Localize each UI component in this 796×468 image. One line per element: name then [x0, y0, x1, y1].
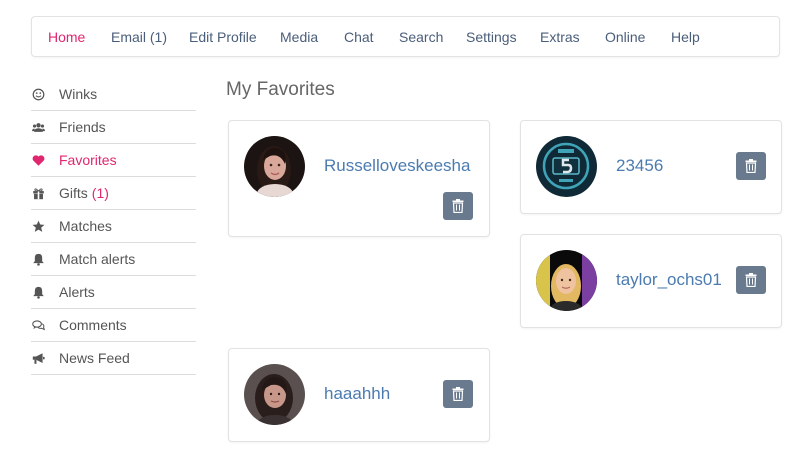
avatar[interactable] — [536, 250, 597, 311]
remove-favorite-button[interactable] — [443, 192, 473, 220]
nav-edit-profile[interactable]: Edit Profile — [189, 29, 257, 45]
favorite-card: Russelloveskeesha — [228, 120, 490, 237]
bell-icon — [31, 285, 45, 299]
nav-settings[interactable]: Settings — [466, 29, 517, 45]
nav-home[interactable]: Home — [48, 29, 85, 45]
remove-favorite-button[interactable] — [443, 380, 473, 408]
smile-icon — [31, 87, 45, 101]
sidebar-item-friends[interactable]: Friends — [31, 111, 196, 144]
remove-favorite-button[interactable] — [736, 266, 766, 294]
nav-help[interactable]: Help — [671, 29, 700, 45]
sidebar-item-favorites[interactable]: Favorites — [31, 144, 196, 177]
nav-search[interactable]: Search — [399, 29, 443, 45]
nav-media[interactable]: Media — [280, 29, 318, 45]
page-title: My Favorites — [226, 79, 335, 100]
favorite-username[interactable]: Russelloveskeesha — [324, 156, 470, 176]
favorite-username[interactable]: haaahhh — [324, 384, 390, 404]
remove-favorite-button[interactable] — [736, 152, 766, 180]
avatar[interactable] — [536, 136, 597, 197]
sidebar-item-label: Gifts — [59, 185, 88, 201]
sidebar-item-label: Winks — [59, 86, 98, 102]
nav-online[interactable]: Online — [605, 29, 645, 45]
favorite-card: haaahhh — [228, 348, 490, 442]
favorite-username[interactable]: taylor_ochs01 — [616, 270, 722, 290]
star-icon — [31, 219, 45, 233]
users-icon — [31, 120, 45, 134]
sidebar-item-winks[interactable]: Winks — [31, 78, 196, 111]
sidebar-item-label: News Feed — [59, 350, 130, 366]
sidebar-item-label: Comments — [59, 317, 127, 333]
favorite-username[interactable]: 23456 — [616, 156, 663, 176]
trash-icon — [452, 199, 464, 213]
sidebar-item-alerts[interactable]: Alerts — [31, 276, 196, 309]
nav-chat[interactable]: Chat — [344, 29, 374, 45]
favorite-card: 23456 — [520, 120, 782, 214]
heart-icon — [31, 153, 45, 167]
nav-extras[interactable]: Extras — [540, 29, 580, 45]
sidebar-item-label: Friends — [59, 119, 106, 135]
sidebar-item-label: Favorites — [59, 152, 117, 168]
avatar[interactable] — [244, 136, 305, 197]
trash-icon — [452, 387, 464, 401]
comments-icon — [31, 318, 45, 332]
bell-icon — [31, 252, 45, 266]
trash-icon — [745, 159, 757, 173]
sidebar-item-gifts[interactable]: Gifts (1) — [31, 177, 196, 210]
trash-icon — [745, 273, 757, 287]
sidebar-item-label: Match alerts — [59, 251, 136, 267]
gifts-count-badge: (1) — [91, 185, 109, 201]
bullhorn-icon — [31, 351, 45, 365]
sidebar: Winks Friends Favorites Gifts (1) Matche… — [31, 78, 196, 375]
sidebar-item-comments[interactable]: Comments — [31, 309, 196, 342]
nav-email[interactable]: Email (1) — [111, 29, 167, 45]
sidebar-item-label: Matches — [59, 218, 112, 234]
favorite-card: taylor_ochs01 — [520, 234, 782, 328]
sidebar-item-matches[interactable]: Matches — [31, 210, 196, 243]
sidebar-item-news-feed[interactable]: News Feed — [31, 342, 196, 375]
sidebar-item-label: Alerts — [59, 284, 95, 300]
gift-icon — [31, 186, 45, 200]
top-nav: Home Email (1) Edit Profile Media Chat S… — [31, 16, 780, 57]
sidebar-item-match-alerts[interactable]: Match alerts — [31, 243, 196, 276]
avatar[interactable] — [244, 364, 305, 425]
